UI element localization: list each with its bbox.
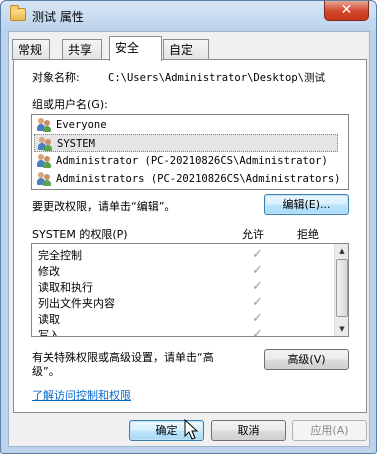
scroll-up-icon[interactable]: ▲ — [335, 244, 348, 258]
permission-row: 写入 ✓ — [34, 326, 334, 337]
permission-name: 读取 — [38, 313, 60, 326]
tab-sharing[interactable]: 共享 — [62, 39, 102, 60]
permission-row: 读取 ✓ — [34, 310, 334, 326]
edit-button[interactable]: 编辑(E)... — [264, 194, 349, 215]
permissions-scrollbar[interactable]: ▲ ▼ — [334, 244, 348, 336]
object-name-value: C:\Users\Administrator\Desktop\测试 — [108, 72, 325, 84]
permission-name: 写入 — [38, 329, 60, 337]
list-item-administrator[interactable]: Administrator (PC-20210826CS\Administrat… — [34, 152, 338, 170]
special-permissions-hint-cont: 级”。 — [32, 365, 60, 378]
change-permissions-hint: 要更改权限，请单击“编辑”。 — [32, 200, 176, 213]
user-group-icon — [37, 154, 52, 168]
permission-name: 读取和执行 — [38, 281, 93, 294]
user-name: Administrator (PC-20210826CS\Administrat… — [56, 155, 328, 167]
list-item-everyone[interactable]: Everyone — [34, 116, 338, 134]
cancel-button[interactable]: 取消 — [211, 420, 286, 441]
tab-security[interactable]: 安全 — [109, 36, 162, 61]
user-name: Administrators (PC-20210826CS\Administra… — [56, 173, 341, 185]
allow-column-header: 允许 — [242, 228, 264, 241]
scrollbar-thumb[interactable] — [336, 259, 348, 317]
permission-name: 完全控制 — [38, 249, 82, 262]
allow-check-icon: ✓ — [252, 279, 263, 294]
user-list[interactable]: Everyone SYSTEM Administrator (PC-202108… — [31, 114, 349, 190]
object-name-label: 对象名称: — [32, 71, 80, 84]
allow-check-icon: ✓ — [252, 327, 263, 337]
properties-window: 测试 属性 ✕ 常规 共享 安全 自定义 对象名称: C:\Users\Admi… — [0, 0, 377, 454]
tab-customize[interactable]: 自定义 — [163, 39, 209, 77]
deny-column-header: 拒绝 — [297, 228, 319, 241]
permission-row: 修改 ✓ — [34, 262, 334, 278]
permission-name: 列出文件夹内容 — [38, 297, 115, 310]
user-group-icon — [37, 172, 52, 186]
permission-row: 读取和执行 ✓ — [34, 278, 334, 294]
mouse-pointer-icon — [184, 419, 198, 440]
apply-button[interactable]: 应用(A) — [292, 420, 367, 441]
user-group-icon — [37, 118, 52, 132]
learn-access-control-link[interactable]: 了解访问控制和权限 — [32, 387, 131, 403]
advanced-button[interactable]: 高级(V) — [264, 349, 349, 370]
permission-row: 完全控制 ✓ — [34, 246, 334, 262]
window-title: 测试 属性 — [32, 10, 84, 24]
tab-general[interactable]: 常规 — [12, 39, 50, 60]
user-name: Everyone — [56, 119, 107, 131]
folder-icon — [10, 5, 26, 21]
list-item-system[interactable]: SYSTEM — [34, 134, 338, 152]
user-name: SYSTEM — [57, 138, 95, 150]
dialog-client: 常规 共享 安全 自定义 对象名称: C:\Users\Administrato… — [8, 31, 370, 447]
title-bar[interactable]: 测试 属性 ✕ — [1, 1, 376, 31]
permissions-label: SYSTEM 的权限(P) — [32, 228, 128, 241]
close-button[interactable]: ✕ — [324, 1, 369, 21]
allow-check-icon: ✓ — [252, 295, 263, 310]
permissions-list[interactable]: 完全控制 ✓ 修改 ✓ 读取和执行 ✓ 列出文件夹内容 ✓ 读取 ✓ 写入 ✓ … — [31, 243, 349, 337]
allow-check-icon: ✓ — [252, 311, 263, 326]
permission-row: 列出文件夹内容 ✓ — [34, 294, 334, 310]
user-group-icon — [38, 137, 53, 151]
allow-check-icon: ✓ — [252, 247, 263, 262]
group-or-user-label: 组或用户名(G): — [32, 98, 108, 111]
allow-check-icon: ✓ — [252, 263, 263, 278]
scroll-down-icon[interactable]: ▼ — [335, 322, 348, 336]
permission-name: 修改 — [38, 265, 60, 278]
list-item-administrators[interactable]: Administrators (PC-20210826CS\Administra… — [34, 170, 341, 188]
security-panel: 对象名称: C:\Users\Administrator\Desktop\测试 … — [13, 59, 367, 413]
